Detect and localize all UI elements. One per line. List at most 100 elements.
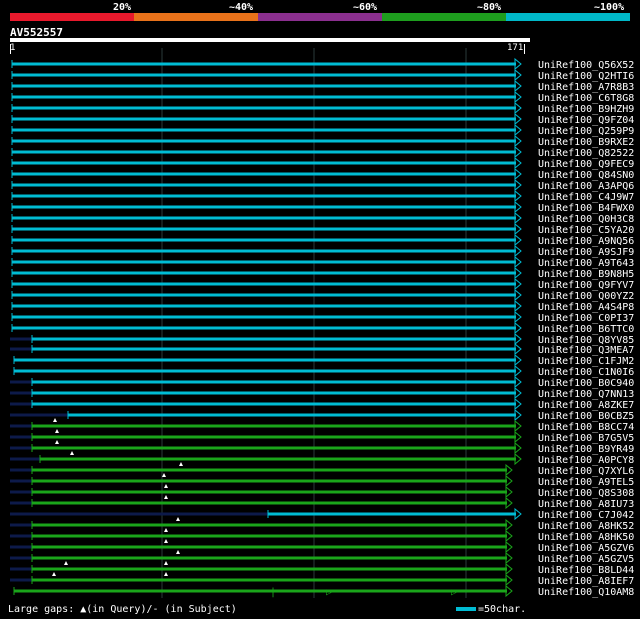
scale-legend-text: =50char.: [478, 604, 527, 615]
hit-label[interactable]: UniRef100_B9YR49: [538, 444, 634, 455]
hit-label[interactable]: UniRef100_C0PI37: [538, 313, 634, 324]
query-gap-marker: [55, 440, 59, 444]
hit-label[interactable]: UniRef100_A9TEL5: [538, 477, 634, 488]
query-gap-marker: [164, 528, 168, 532]
hit-label[interactable]: UniRef100_Q10AM8: [538, 587, 634, 598]
hit-row[interactable]: UniRef100_C1FJM2: [13, 353, 634, 367]
alignment-plot: UniRef100_Q56X52UniRef100_Q2HTI6UniRef10…: [10, 48, 634, 598]
hit-label[interactable]: UniRef100_A9SJF9: [538, 247, 634, 258]
scale-legend: =50char.: [456, 604, 526, 615]
hit-row[interactable]: UniRef100_Q9FYV7: [11, 277, 634, 291]
query-gap-marker: [164, 484, 168, 488]
hit-row[interactable]: UniRef100_C4J9W7: [11, 189, 634, 203]
hit-label[interactable]: UniRef100_Q7XYL6: [538, 466, 634, 477]
hit-label[interactable]: UniRef100_Q9FZ04: [538, 115, 634, 126]
hit-label[interactable]: UniRef100_C5YA20: [538, 225, 634, 236]
hit-label[interactable]: UniRef100_A4S4P8: [538, 302, 634, 313]
query-gap-marker: [176, 550, 180, 554]
segment-marker: ▷: [326, 587, 332, 598]
hit-row[interactable]: UniRef100_C1N0I6: [13, 364, 634, 378]
hit-row[interactable]: UniRef100_A9NQ56: [11, 233, 634, 247]
hit-label[interactable]: UniRef100_B8LD44: [538, 565, 634, 576]
hit-row[interactable]: UniRef100_Q3MEA7: [10, 342, 634, 356]
hit-label[interactable]: UniRef100_A9NQ56: [538, 236, 634, 247]
hit-label[interactable]: UniRef100_Q8S308: [538, 488, 634, 499]
hit-row[interactable]: UniRef100_Q0H3C8: [11, 211, 634, 225]
hit-row[interactable]: UniRef100_B0CBZ5: [10, 408, 634, 422]
hit-row[interactable]: UniRef100_A3APQ6: [11, 178, 634, 192]
query-gap-marker: [164, 561, 168, 565]
hit-label[interactable]: UniRef100_B8CC74: [538, 422, 634, 433]
hit-label[interactable]: UniRef100_A8HK52: [538, 521, 634, 532]
hit-row[interactable]: UniRef100_A9T643: [11, 255, 634, 269]
hit-row[interactable]: | ▷ ▷ UniRef100_Q10AM8: [13, 584, 634, 598]
hit-row[interactable]: UniRef100_C5YA20: [11, 222, 634, 236]
query-gap-marker: [70, 451, 74, 455]
hit-row[interactable]: UniRef100_B9RXE2: [11, 134, 634, 148]
hit-label[interactable]: UniRef100_A7R8B3: [538, 82, 634, 93]
hit-row[interactable]: UniRef100_Q56X52: [11, 57, 634, 71]
hit-label[interactable]: UniRef100_Q82522: [538, 148, 634, 159]
hit-row[interactable]: UniRef100_B9N8H5: [11, 266, 634, 280]
query-gap-marker: [164, 495, 168, 499]
hit-row[interactable]: UniRef100_Q00YZ2: [11, 288, 634, 302]
hit-label[interactable]: UniRef100_C1N0I6: [538, 367, 634, 378]
hit-label[interactable]: UniRef100_Q9FEC9: [538, 159, 634, 170]
hit-label[interactable]: UniRef100_C4J9W7: [538, 192, 634, 203]
hit-label[interactable]: UniRef100_Q9FYV7: [538, 280, 634, 291]
hit-row[interactable]: UniRef100_B9HZH9: [11, 101, 634, 115]
hit-label[interactable]: UniRef100_B4FWX0: [538, 203, 634, 214]
hit-label[interactable]: UniRef100_A8IU73: [538, 499, 634, 510]
hit-row[interactable]: UniRef100_Q9FZ04: [11, 112, 634, 126]
hit-label[interactable]: UniRef100_A8ZKE7: [538, 400, 634, 411]
hit-label[interactable]: UniRef100_Q00YZ2: [538, 291, 634, 302]
gap-legend: Large gaps: ▲(in Query)/- (in Subject): [8, 604, 237, 615]
hit-label[interactable]: UniRef100_A9T643: [538, 258, 634, 269]
hit-row[interactable]: UniRef100_B6TTC0: [11, 321, 634, 335]
hit-label[interactable]: UniRef100_Q259P9: [538, 126, 634, 137]
hit-row[interactable]: UniRef100_Q2HTI6: [11, 68, 634, 82]
query-gap-marker: [55, 429, 59, 433]
hit-row[interactable]: UniRef100_A4S4P8: [11, 299, 634, 313]
hit-label[interactable]: UniRef100_A5GZV6: [538, 543, 634, 554]
scale-swatch: [456, 607, 476, 611]
hit-row[interactable]: UniRef100_C6T8G8: [11, 90, 634, 104]
hit-label[interactable]: UniRef100_Q2HTI6: [538, 71, 634, 82]
hit-label[interactable]: UniRef100_B9N8H5: [538, 269, 634, 280]
hit-row[interactable]: UniRef100_Q9FEC9: [11, 156, 634, 170]
hit-row[interactable]: UniRef100_A8ZKE7: [10, 397, 634, 411]
hit-row[interactable]: UniRef100_Q7NN13: [10, 386, 634, 400]
hit-label[interactable]: UniRef100_B0CBZ5: [538, 411, 634, 422]
query-gap-marker: [64, 561, 68, 565]
hit-label[interactable]: UniRef100_A0PCY8: [538, 455, 634, 466]
hit-label[interactable]: UniRef100_B9RXE2: [538, 137, 634, 148]
hit-row[interactable]: UniRef100_C7J042: [10, 507, 634, 521]
hit-row[interactable]: UniRef100_Q82522: [11, 145, 634, 159]
hit-label[interactable]: UniRef100_C6T8G8: [538, 93, 634, 104]
hit-row[interactable]: UniRef100_C0PI37: [11, 310, 634, 324]
hit-row[interactable]: UniRef100_A7R8B3: [11, 79, 634, 93]
segment-marker: |: [270, 587, 276, 598]
hit-label[interactable]: UniRef100_A5GZV5: [538, 554, 634, 565]
hit-label[interactable]: UniRef100_A8HK50: [538, 532, 634, 543]
hit-label[interactable]: UniRef100_B0C940: [538, 378, 634, 389]
hit-label[interactable]: UniRef100_Q0H3C8: [538, 214, 634, 225]
hit-row[interactable]: UniRef100_Q259P9: [11, 123, 634, 137]
hit-label[interactable]: UniRef100_Q7NN13: [538, 389, 634, 400]
hit-label[interactable]: UniRef100_B6TTC0: [538, 324, 634, 335]
hit-row[interactable]: UniRef100_B4FWX0: [11, 200, 634, 214]
hit-label[interactable]: UniRef100_A8IEF7: [538, 576, 634, 587]
hit-label[interactable]: UniRef100_C7J042: [538, 510, 634, 521]
query-gap-marker: [53, 418, 57, 422]
hit-label[interactable]: UniRef100_Q84SN0: [538, 170, 634, 181]
hit-label[interactable]: UniRef100_A3APQ6: [538, 181, 634, 192]
segment-marker: ▷: [451, 587, 457, 598]
hit-row[interactable]: UniRef100_A9SJF9: [11, 244, 634, 258]
hit-label[interactable]: UniRef100_B7G5V5: [538, 433, 634, 444]
hit-label[interactable]: UniRef100_C1FJM2: [538, 356, 634, 367]
hit-label[interactable]: UniRef100_Q56X52: [538, 60, 634, 71]
hit-label[interactable]: UniRef100_Q3MEA7: [538, 345, 634, 356]
hit-label[interactable]: UniRef100_B9HZH9: [538, 104, 634, 115]
hit-row[interactable]: UniRef100_Q84SN0: [11, 167, 634, 181]
hit-row[interactable]: UniRef100_B0C940: [10, 375, 634, 389]
